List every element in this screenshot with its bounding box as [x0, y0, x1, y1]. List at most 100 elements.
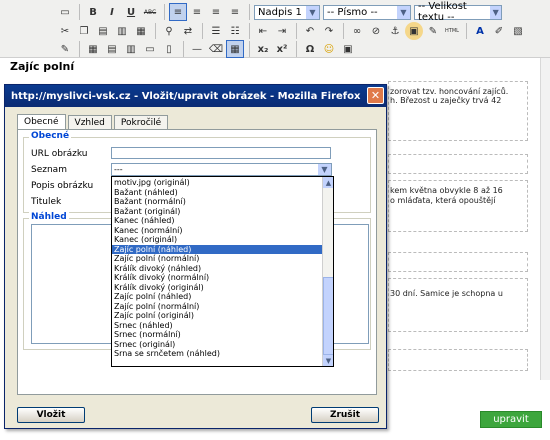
toolbar-separator — [202, 23, 203, 39]
align-center-icon[interactable]: ≡ — [188, 3, 206, 21]
dropdown-option[interactable]: Zajíc polní (normální) — [112, 302, 323, 312]
url-label: URL obrázku — [31, 149, 88, 159]
toolbar-separator — [466, 23, 467, 39]
body-text: zorovat tzv. honcování zajíců. — [390, 87, 509, 96]
italic-icon[interactable]: I — [103, 3, 121, 21]
html-icon[interactable]: HTML — [443, 22, 461, 40]
link-icon[interactable]: ∞ — [348, 22, 366, 40]
chevron-down-icon: ▼ — [306, 5, 319, 19]
image-list-select[interactable]: --- ▼ — [111, 163, 332, 176]
anchor-icon[interactable]: ⚓ — [386, 22, 404, 40]
dropdown-option[interactable]: Bažant (náhled) — [112, 188, 323, 198]
title-label: Titulek — [31, 197, 62, 207]
redo-icon[interactable]: ↷ — [320, 22, 338, 40]
tab-advanced[interactable]: Pokročilé — [113, 115, 169, 129]
toolbar-separator — [79, 41, 80, 57]
dropdown-option[interactable]: Srnec (náhled) — [112, 321, 323, 331]
toolbar-separator — [79, 4, 80, 20]
indent-icon[interactable]: ⇥ — [273, 22, 291, 40]
outdent-icon[interactable]: ⇤ — [254, 22, 272, 40]
dropdown-option[interactable]: Bažant (normální) — [112, 197, 323, 207]
cancel-button[interactable]: Zrušit — [311, 407, 379, 423]
toolbar-separator — [296, 23, 297, 39]
image-list-dropdown[interactable]: motiv.jpg (originál) Bažant (náhled) Baž… — [111, 176, 334, 367]
scroll-down-icon[interactable]: ▼ — [323, 355, 333, 366]
media-icon[interactable]: ▣ — [339, 40, 357, 58]
content-block — [388, 252, 528, 272]
emoticon-icon[interactable]: ☺ — [320, 40, 338, 58]
align-justify-icon[interactable]: ≡ — [226, 3, 244, 21]
col-icon[interactable]: ▥ — [122, 40, 140, 58]
charmap-icon[interactable]: Ω — [301, 40, 319, 58]
dialog-title-bar[interactable]: http://myslivci-vsk.cz - Vložit/upravit … — [5, 85, 386, 107]
dropdown-option[interactable]: motiv.jpg (originál) — [112, 178, 323, 188]
dialog-footer: Vložit Zrušit — [5, 403, 386, 429]
eraser-icon[interactable]: ⌫ — [207, 40, 225, 58]
paste-icon[interactable]: ▤ — [94, 22, 112, 40]
preview-icon[interactable]: ▧ — [509, 22, 527, 40]
editor-scrollbar[interactable] — [540, 58, 550, 380]
font-color-icon[interactable]: A — [471, 22, 489, 40]
dropdown-option[interactable]: Kanec (náhled) — [112, 216, 323, 226]
copy-icon[interactable]: ❐ — [75, 22, 93, 40]
visual-aid-icon[interactable]: ▦ — [226, 40, 244, 58]
hr-icon[interactable]: — — [188, 40, 206, 58]
dropdown-option[interactable]: Zajíc polní (náhled) — [112, 292, 323, 302]
url-input[interactable] — [111, 147, 331, 159]
image-icon[interactable]: ▣ — [405, 22, 423, 40]
dropdown-option[interactable]: Zajíc polní (originál) — [112, 311, 323, 321]
toolbar-row-1: ▭ B I U ABC ≡ ≡ ≡ ≡ Nadpis 1 ▼ -- Písmo … — [56, 1, 505, 23]
dropdown-option[interactable]: Bažant (originál) — [112, 207, 323, 217]
toolbar-separator — [164, 4, 165, 20]
dropdown-option[interactable]: Srna se srnčetem (náhled) — [112, 349, 323, 359]
split-icon[interactable]: ▯ — [160, 40, 178, 58]
undo-icon[interactable]: ↶ — [301, 22, 319, 40]
strike-icon[interactable]: ABC — [141, 3, 159, 21]
subscript-icon[interactable]: x₂ — [254, 40, 272, 58]
font-select[interactable]: -- Písmo -- ▼ — [323, 4, 411, 20]
paste-word-icon[interactable]: ▦ — [132, 22, 150, 40]
find-icon[interactable]: ⚲ — [160, 22, 178, 40]
dropdown-option[interactable]: Srnec (normální) — [112, 330, 323, 340]
dropdown-scrollbar[interactable]: ▲ ▼ — [322, 177, 333, 366]
align-right-icon[interactable]: ≡ — [207, 3, 225, 21]
bold-icon[interactable]: B — [84, 3, 102, 21]
cleanup-icon[interactable]: ✎ — [424, 22, 442, 40]
scrollbar-thumb[interactable] — [323, 277, 333, 355]
size-select[interactable]: -- Velikost textu -- ▼ — [414, 1, 502, 23]
replace-icon[interactable]: ⇄ — [179, 22, 197, 40]
tab-appearance[interactable]: Vzhled — [67, 115, 112, 129]
paste-text-icon[interactable]: ▥ — [113, 22, 131, 40]
dropdown-option[interactable]: Kanec (originál) — [112, 235, 323, 245]
cut-icon[interactable]: ✂ — [56, 22, 74, 40]
chevron-down-icon[interactable]: ▼ — [318, 164, 331, 175]
dropdown-option[interactable]: Srnec (originál) — [112, 340, 323, 350]
new-doc-icon[interactable]: ▭ — [56, 3, 74, 21]
align-left-icon[interactable]: ≡ — [169, 3, 187, 21]
number-list-icon[interactable]: ☷ — [226, 22, 244, 40]
merge-icon[interactable]: ▭ — [141, 40, 159, 58]
dropdown-option[interactable]: Králík divoký (náhled) — [112, 264, 323, 274]
save-button[interactable]: upravit — [480, 411, 542, 428]
tab-general[interactable]: Obecné — [17, 114, 66, 129]
table-icon[interactable]: ▦ — [84, 40, 102, 58]
row-icon[interactable]: ▤ — [103, 40, 121, 58]
edit-icon[interactable]: ✎ — [56, 40, 74, 58]
format-select[interactable]: Nadpis 1 ▼ — [254, 4, 320, 20]
unlink-icon[interactable]: ⊘ — [367, 22, 385, 40]
scroll-up-icon[interactable]: ▲ — [323, 177, 333, 188]
dropdown-option[interactable]: Králík divoký (normální) — [112, 273, 323, 283]
dropdown-option-selected[interactable]: Zajíc polní (náhled) — [112, 244, 323, 254]
dropdown-option[interactable]: Kanec (normální) — [112, 226, 323, 236]
bullet-list-icon[interactable]: ☰ — [207, 22, 225, 40]
toolbar-separator — [249, 41, 250, 57]
description-label: Popis obrázku — [31, 181, 94, 191]
insert-button[interactable]: Vložit — [17, 407, 85, 423]
dropdown-option[interactable]: Králík divoký (originál) — [112, 283, 323, 293]
underline-icon[interactable]: U — [122, 3, 140, 21]
superscript-icon[interactable]: x² — [273, 40, 291, 58]
chevron-down-icon: ▼ — [490, 5, 501, 19]
dropdown-option[interactable]: Zajíc polní (normální) — [112, 254, 323, 264]
close-icon[interactable]: ✕ — [367, 87, 384, 104]
bg-color-icon[interactable]: ✐ — [490, 22, 508, 40]
